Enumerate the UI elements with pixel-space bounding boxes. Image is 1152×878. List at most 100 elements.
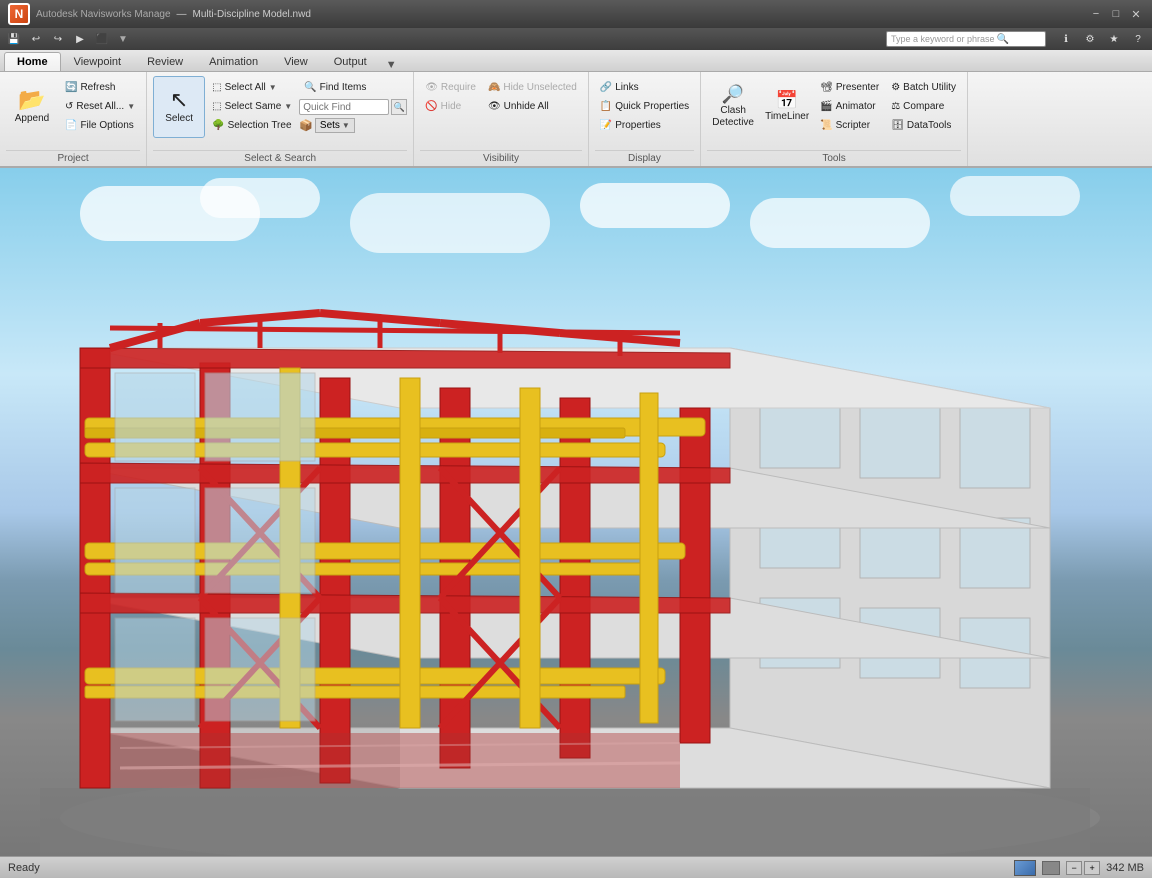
- ribbon: 📂 Append 🔄 Refresh ↺ Reset All... ▼ 📄 Fi…: [0, 72, 1152, 168]
- quick-find-input[interactable]: [299, 99, 389, 115]
- clash-detective-button[interactable]: 🔎 ClashDetective: [707, 76, 759, 138]
- keyword-search-box: Type a keyword or phrase 🔍: [886, 31, 1046, 47]
- viewport[interactable]: [0, 168, 1152, 856]
- maximize-button[interactable]: □: [1108, 6, 1124, 22]
- zoom-in-button[interactable]: +: [1084, 861, 1100, 875]
- minimize-button[interactable]: −: [1088, 6, 1104, 22]
- tab-viewpoint[interactable]: Viewpoint: [61, 52, 135, 71]
- qat-undo-button[interactable]: ↩: [26, 30, 46, 48]
- reset-all-button[interactable]: ↺ Reset All... ▼: [60, 97, 140, 115]
- refresh-button[interactable]: 🔄 Refresh: [60, 78, 140, 96]
- reset-label: Reset All...: [76, 101, 124, 112]
- tools-small-col2: ⚙ Batch Utility ⚖ Compare 🗄 DataTools: [886, 76, 961, 134]
- select-same-label: Select Same: [225, 101, 282, 112]
- sets-label: Sets: [320, 120, 340, 131]
- quick-find-search-button[interactable]: 🔍: [391, 99, 407, 115]
- qat-redo-button[interactable]: ↪: [48, 30, 68, 48]
- animator-icon: 🎬: [820, 101, 832, 112]
- settings-button[interactable]: ⚙: [1080, 30, 1100, 48]
- search-placeholder: Type a keyword or phrase: [891, 34, 995, 44]
- timeliner-label: TimeLiner: [765, 111, 809, 123]
- tab-home[interactable]: Home: [4, 52, 61, 71]
- info-button[interactable]: ℹ: [1056, 30, 1076, 48]
- links-label: Links: [615, 82, 638, 93]
- selection-tree-icon: 🌳: [212, 120, 224, 131]
- selection-tree-label: Selection Tree: [228, 120, 292, 131]
- quick-find-row: 🔍: [299, 99, 407, 115]
- project-small-buttons: 🔄 Refresh ↺ Reset All... ▼ 📄 File Option…: [60, 76, 140, 134]
- datatools-button[interactable]: 🗄 DataTools: [886, 116, 961, 134]
- select-same-button[interactable]: ⬚ Select Same ▼: [207, 97, 297, 115]
- hide-unselected-button: 🙈 Hide Unselected: [483, 78, 582, 96]
- output-dropdown[interactable]: ▼: [380, 59, 397, 71]
- ribbon-group-display: 🔗 Links 📋 Quick Properties 📝 Properties …: [589, 72, 701, 166]
- scripter-button[interactable]: 📜 Scripter: [815, 116, 884, 134]
- properties-button[interactable]: 📝 Properties: [595, 116, 694, 134]
- ribbon-group-tools: 🔎 ClashDetective 📅 TimeLiner 📽 Presenter…: [701, 72, 968, 166]
- datatools-label: DataTools: [907, 120, 951, 131]
- display-content: 🔗 Links 📋 Quick Properties 📝 Properties: [595, 76, 694, 148]
- nav-cube-icon[interactable]: [1014, 860, 1036, 876]
- select-button[interactable]: ↖ Select: [153, 76, 205, 138]
- close-button[interactable]: ✕: [1128, 6, 1144, 22]
- help-button[interactable]: ?: [1128, 30, 1148, 48]
- display-label: Display: [595, 150, 694, 166]
- timeliner-button[interactable]: 📅 TimeLiner: [761, 76, 813, 138]
- find-items-button[interactable]: 🔍 Find Items: [299, 78, 407, 96]
- require-button: 👁 Require: [420, 78, 481, 96]
- tab-animation[interactable]: Animation: [196, 52, 271, 71]
- sets-icon: 📦: [299, 119, 313, 132]
- zoom-out-button[interactable]: −: [1066, 861, 1082, 875]
- select-search-content: ↖ Select ⬚ Select All ▼ ⬚ Select Same ▼ …: [153, 76, 407, 148]
- project-group-content: 📂 Append 🔄 Refresh ↺ Reset All... ▼ 📄 Fi…: [6, 76, 140, 148]
- require-icon: 👁: [425, 82, 438, 93]
- file-options-button[interactable]: 📄 File Options: [60, 116, 140, 134]
- batch-utility-icon: ⚙: [891, 82, 900, 93]
- unhide-all-button[interactable]: 👁 Unhide All: [483, 97, 582, 115]
- animator-button[interactable]: 🎬 Animator: [815, 97, 884, 115]
- qat-play-button[interactable]: ▶: [70, 30, 90, 48]
- batch-utility-button[interactable]: ⚙ Batch Utility: [886, 78, 961, 96]
- selection-tree-button[interactable]: 🌳 Selection Tree: [207, 116, 297, 134]
- select-all-button[interactable]: ⬚ Select All ▼: [207, 78, 297, 96]
- scripter-label: Scripter: [836, 120, 870, 131]
- status-home-icon[interactable]: [1042, 861, 1060, 875]
- select-search-small2: 🔍 Find Items 🔍 📦 Sets ▼: [299, 76, 407, 133]
- append-button[interactable]: 📂 Append: [6, 76, 58, 138]
- visibility-col1: 👁 Require 🚫 Hide: [420, 76, 481, 115]
- presenter-button[interactable]: 📽 Presenter: [815, 78, 884, 96]
- zoom-controls: − +: [1066, 861, 1100, 875]
- status-right: − + 342 MB: [1014, 860, 1144, 876]
- presenter-icon: 📽: [820, 82, 833, 93]
- select-search-label: Select & Search: [153, 150, 407, 166]
- compare-button[interactable]: ⚖ Compare: [886, 97, 961, 115]
- find-items-icon: 🔍: [304, 82, 316, 93]
- links-button[interactable]: 🔗 Links: [595, 78, 694, 96]
- sets-dropdown-button[interactable]: Sets ▼: [315, 118, 355, 133]
- refresh-label: Refresh: [80, 82, 115, 93]
- hide-unselected-label: Hide Unselected: [503, 82, 576, 93]
- title-filename: Multi-Discipline Model.nwd: [193, 9, 311, 20]
- status-text: Ready: [8, 862, 40, 874]
- scripter-icon: 📜: [820, 120, 832, 131]
- tab-review[interactable]: Review: [134, 52, 196, 71]
- tab-view[interactable]: View: [271, 52, 321, 71]
- sets-dd-arrow: ▼: [342, 121, 350, 130]
- datatools-icon: 🗄: [891, 120, 904, 131]
- tab-output[interactable]: Output: [321, 52, 380, 71]
- display-col: 🔗 Links 📋 Quick Properties 📝 Properties: [595, 76, 694, 134]
- properties-label: Properties: [615, 120, 661, 131]
- qat-save-button[interactable]: 💾: [4, 30, 24, 48]
- qat-dropdown-arrow: ▼: [118, 34, 128, 45]
- quick-access-toolbar: 💾 ↩ ↪ ▶ ⬛ ▼ Type a keyword or phrase 🔍 ℹ…: [0, 28, 1152, 50]
- unhide-all-icon: 👁: [488, 101, 501, 112]
- ribbon-tabs: Home Viewpoint Review Animation View Out…: [0, 50, 1152, 72]
- select-all-label: Select All: [225, 82, 266, 93]
- visibility-content: 👁 Require 🚫 Hide 🙈 Hide Unselected 👁 Unh…: [420, 76, 582, 148]
- compare-label: Compare: [903, 101, 944, 112]
- batch-utility-label: Batch Utility: [903, 82, 956, 93]
- qat-stop-button[interactable]: ⬛: [92, 30, 112, 48]
- quick-properties-button[interactable]: 📋 Quick Properties: [595, 97, 694, 115]
- star-button[interactable]: ★: [1104, 30, 1124, 48]
- title-bar: N Autodesk Navisworks Manage — Multi-Dis…: [0, 0, 1152, 28]
